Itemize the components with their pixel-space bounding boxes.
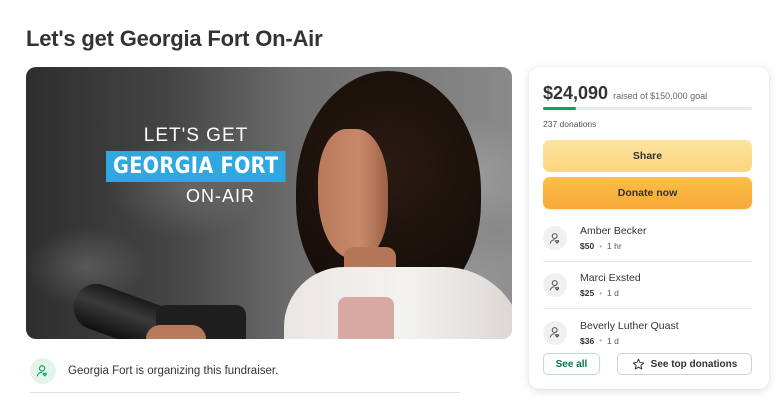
organizer-row[interactable]: Georgia Fort is organizing this fundrais…: [30, 355, 460, 387]
donor-avatar-icon: [543, 273, 567, 297]
separator-dot: •: [599, 336, 602, 345]
progress-fill: [543, 107, 577, 110]
donation-count: 237 donations: [543, 119, 597, 129]
donor-item[interactable]: Marci Exsted $25 • 1 d: [543, 262, 752, 309]
hero-tagline-line3: ON-AIR: [186, 186, 255, 206]
donation-card: $24,090 raised of $150,000 goal 237 dona…: [529, 67, 769, 389]
donor-time: 1 d: [607, 335, 619, 346]
hero-tagline-line2: GEORGIA FORT: [106, 151, 286, 182]
separator-dot: •: [599, 241, 602, 251]
person-face: [318, 129, 388, 259]
divider: [30, 392, 460, 393]
progress-bar: [543, 107, 752, 110]
donor-amount: $36: [580, 335, 595, 346]
person-hand: [146, 325, 206, 339]
donor-avatar-icon: [543, 320, 567, 345]
donor-name: Marci Exsted: [580, 272, 641, 284]
page-title: Let's get Georgia Fort On-Air: [26, 26, 323, 51]
organizer-text: Georgia Fort is organizing this fundrais…: [68, 365, 279, 377]
star-icon: [632, 358, 645, 371]
separator-dot: •: [599, 288, 602, 298]
donor-name: Amber Becker: [580, 225, 647, 237]
person-jacket: [284, 267, 512, 339]
donor-avatar-icon: [543, 226, 567, 250]
donor-list: Amber Becker $50 • 1 hr Marci Exsted $25…: [543, 215, 752, 356]
donor-time: 1 hr: [607, 241, 622, 251]
donor-item[interactable]: Beverly Luther Quast $36 • 1 d: [543, 309, 752, 356]
user-heart-icon: [30, 358, 56, 384]
donor-meta: $36 • 1 d: [580, 336, 679, 346]
raised-amount: $24,090: [543, 83, 609, 103]
hero-image: LET'S GET GEORGIA FORT ON-AIR: [26, 67, 512, 339]
donor-meta: $25 • 1 d: [580, 288, 641, 298]
see-top-donations-label: See top donations: [650, 358, 738, 370]
amount-row: $24,090 raised of $150,000 goal: [543, 83, 707, 104]
donor-item[interactable]: Amber Becker $50 • 1 hr: [543, 215, 752, 262]
hero-tagline: LET'S GET GEORGIA FORT ON-AIR: [106, 125, 310, 207]
see-top-donations-button[interactable]: See top donations: [617, 353, 752, 375]
donor-amount: $25: [580, 288, 595, 298]
see-all-button[interactable]: See all: [543, 353, 600, 375]
donate-now-button[interactable]: Donate now: [543, 177, 752, 209]
hero-tagline-line1: LET'S GET: [143, 125, 249, 146]
share-button[interactable]: Share: [543, 140, 752, 172]
donor-meta: $50 • 1 hr: [580, 241, 647, 251]
goal-text: raised of $150,000 goal: [613, 91, 708, 101]
donor-time: 1 d: [607, 288, 619, 298]
person-blouse: [338, 297, 394, 339]
donor-name: Beverly Luther Quast: [580, 319, 679, 332]
donor-amount: $50: [580, 241, 595, 251]
